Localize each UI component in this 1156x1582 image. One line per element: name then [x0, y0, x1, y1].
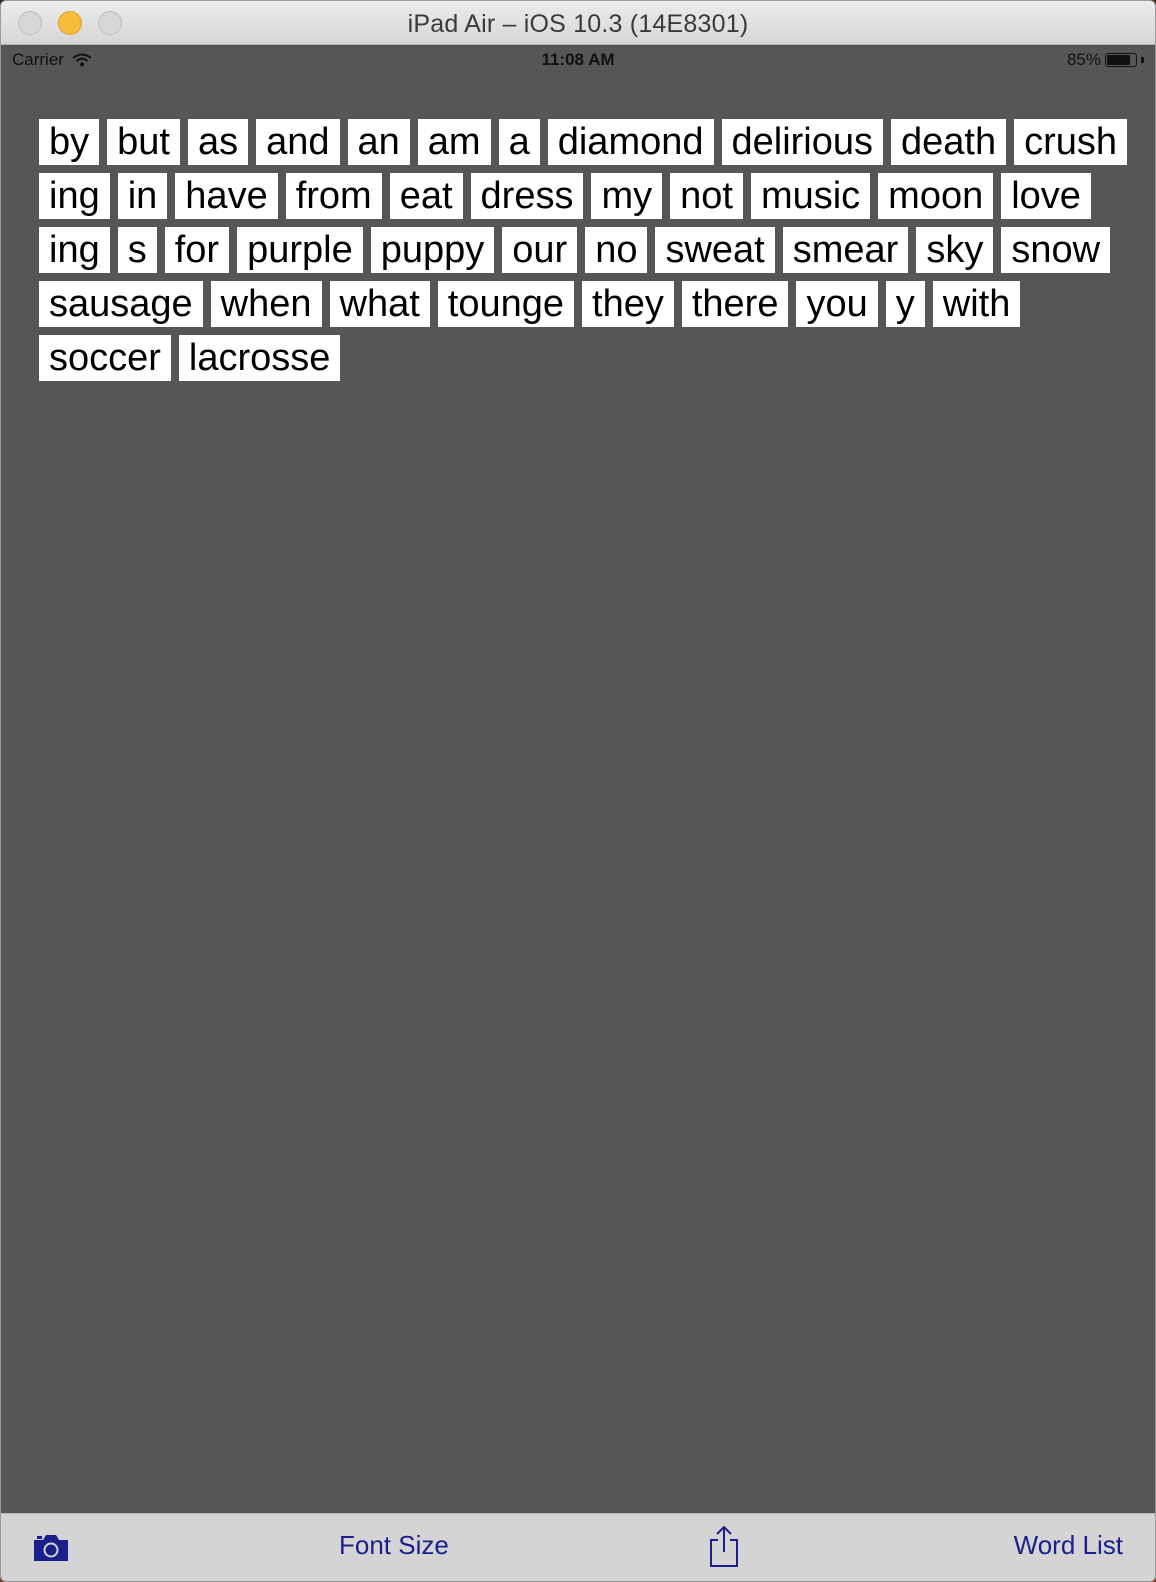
word-tile[interactable]: lacrosse	[178, 335, 341, 381]
word-tile[interactable]: death	[891, 119, 1007, 165]
word-tile[interactable]: they	[582, 281, 674, 327]
word-tile[interactable]: s	[117, 227, 157, 273]
word-tile[interactable]: our	[502, 227, 578, 273]
word-tile[interactable]: sweat	[655, 227, 775, 273]
word-tile[interactable]: delirious	[721, 119, 884, 165]
word-tile[interactable]: as	[187, 119, 249, 165]
word-tile[interactable]: from	[285, 173, 382, 219]
battery-fill	[1107, 55, 1130, 65]
word-tile[interactable]: have	[175, 173, 278, 219]
status-bar: Carrier 11:08 AM 85%	[1, 45, 1155, 75]
word-tile[interactable]: snow	[1001, 227, 1111, 273]
window-title: iPad Air – iOS 10.3 (14E8301)	[407, 10, 749, 38]
word-tile[interactable]: am	[417, 119, 491, 165]
font-size-button[interactable]: Font Size	[339, 1530, 449, 1561]
battery-group: 85%	[1067, 50, 1144, 70]
word-tile[interactable]: y	[885, 281, 925, 327]
word-tile[interactable]: sky	[916, 227, 994, 273]
battery-percent: 85%	[1066, 50, 1101, 69]
word-tile[interactable]: diamond	[547, 119, 714, 165]
battery-tip	[1141, 57, 1144, 63]
word-tile[interactable]: by	[39, 119, 100, 165]
word-tile[interactable]: love	[1001, 173, 1091, 219]
word-tile[interactable]: music	[750, 173, 871, 219]
word-tile[interactable]: moon	[878, 173, 994, 219]
word-tile[interactable]: not	[670, 173, 743, 219]
word-tile[interactable]: ing	[39, 227, 110, 273]
share-icon[interactable]	[707, 1524, 741, 1568]
status-time: 11:08 AM	[541, 50, 615, 69]
title-bar: iPad Air – iOS 10.3 (14E8301)	[1, 1, 1155, 45]
word-tile[interactable]: but	[107, 119, 180, 165]
word-tile-canvas: by but as and an am a diamond delirious death crus…	[39, 119, 1139, 381]
word-tile[interactable]: and	[256, 119, 340, 165]
word-tile[interactable]: ing	[39, 173, 110, 219]
word-tile[interactable]: there	[681, 281, 789, 327]
word-tile[interactable]: dress	[470, 173, 584, 219]
word-tile[interactable]: when	[210, 281, 322, 327]
word-tile[interactable]: eat	[389, 173, 463, 219]
word-tile[interactable]: sausage	[39, 281, 203, 327]
battery-icon	[1105, 53, 1137, 67]
word-tile[interactable]: a	[498, 119, 540, 165]
word-tile[interactable]: for	[164, 227, 230, 273]
word-tile[interactable]: smear	[782, 227, 909, 273]
word-tile[interactable]: tounge	[437, 281, 575, 327]
word-tile[interactable]: in	[117, 173, 168, 219]
word-tile[interactable]: with	[932, 281, 1021, 327]
word-tile[interactable]: an	[347, 119, 410, 165]
word-tile[interactable]: purple	[237, 227, 363, 273]
camera-icon[interactable]	[31, 1532, 71, 1564]
word-tile[interactable]: what	[329, 281, 430, 327]
word-tile[interactable]: puppy	[370, 227, 495, 273]
bottom-toolbar: Font Size Word List	[1, 1513, 1155, 1581]
word-tile[interactable]: soccer	[39, 335, 171, 381]
word-tile[interactable]: you	[796, 281, 878, 327]
word-tile[interactable]: no	[585, 227, 648, 273]
word-tile[interactable]: my	[591, 173, 663, 219]
word-tile[interactable]: crush	[1014, 119, 1128, 165]
simulator-window: iPad Air – iOS 10.3 (14E8301) Carrier 11…	[0, 0, 1156, 1582]
word-list-button[interactable]: Word List	[1014, 1530, 1123, 1561]
